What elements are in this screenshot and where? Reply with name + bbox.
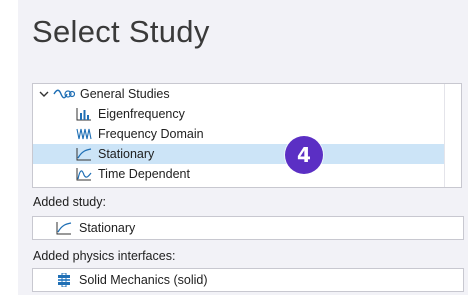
added-study-label: Added study: <box>33 195 106 209</box>
chevron-down-icon[interactable] <box>38 88 50 100</box>
stationary-icon <box>55 221 73 235</box>
tree-item-label: Stationary <box>98 147 155 161</box>
added-physics-list[interactable]: Solid Mechanics (solid) <box>32 268 464 292</box>
tree-group-label: General Studies <box>80 87 170 101</box>
tree-item-eigenfrequency[interactable]: Eigenfrequency <box>33 104 445 124</box>
step-number-badge: 4 <box>285 136 323 174</box>
time-dependent-icon <box>75 167 93 181</box>
tree-item-label: Time Dependent <box>98 167 190 181</box>
tree-item-frequency-domain[interactable]: Frequency Domain <box>33 124 445 144</box>
tree-item-label: Eigenfrequency <box>98 107 185 121</box>
left-margin <box>0 0 18 295</box>
added-study-item-label: Stationary <box>79 221 136 235</box>
solid-mechanics-icon <box>55 273 73 287</box>
added-study-list[interactable]: Stationary <box>32 216 464 240</box>
eigenfrequency-icon <box>75 107 93 121</box>
general-studies-icon <box>53 87 75 101</box>
added-physics-label: Added physics interfaces: <box>33 249 176 263</box>
tree-group-general-studies[interactable]: General Studies <box>33 84 445 104</box>
tree-item-label: Frequency Domain <box>98 127 204 141</box>
page-title: Select Study <box>32 14 210 49</box>
tree-item-time-dependent[interactable]: Time Dependent <box>33 164 445 184</box>
study-tree[interactable]: General Studies Eigenfrequency Frequency… <box>32 83 462 188</box>
select-study-panel: Select Study General Studies Eigenfreque… <box>18 0 468 295</box>
tree-scrollbar[interactable] <box>444 84 461 187</box>
stationary-icon <box>75 147 93 161</box>
frequency-domain-icon <box>75 127 93 141</box>
tree-item-stationary[interactable]: Stationary <box>33 144 445 164</box>
added-physics-item-label: Solid Mechanics (solid) <box>79 273 208 287</box>
